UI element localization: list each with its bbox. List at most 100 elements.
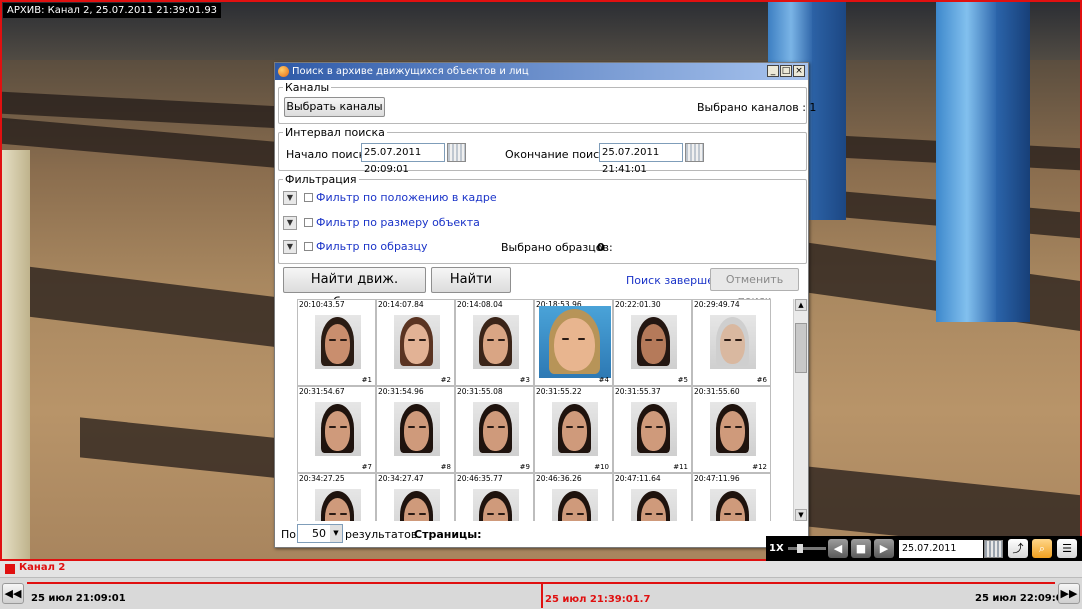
result-index: #7 [361, 463, 372, 471]
minimize-icon[interactable]: _ [767, 65, 779, 77]
result-index: #3 [519, 376, 530, 384]
result-thumbnail[interactable]: 20:34:27.47 [376, 473, 455, 521]
start-date-field[interactable]: 25.07.2011 20:09:01 [361, 143, 445, 175]
result-time: 20:14:08.04 [457, 300, 503, 309]
archive-label: АРХИВ: Канал 2, 25.07.2011 21:39:01.93 [3, 3, 222, 18]
search-icon[interactable]: ⌕ [1032, 539, 1052, 558]
list-icon[interactable]: ☰ [1057, 539, 1077, 558]
select-channels-button[interactable]: Выбрать каналы [284, 97, 385, 117]
samples-count: 0 [597, 241, 605, 254]
result-thumbnail[interactable]: 20:46:35.77 [455, 473, 534, 521]
results-grid: 20:10:43.57 #1 20:14:07.84 #2 20:14:08.04 #3 2… [297, 299, 792, 521]
prev-frame-icon[interactable]: ◀ [828, 539, 848, 558]
result-time: 20:31:55.08 [457, 387, 503, 396]
sample-filter-checkbox[interactable] [304, 242, 313, 251]
result-thumbnail[interactable]: 20:31:54.96 #8 [376, 386, 455, 473]
start-calendar-icon[interactable] [447, 143, 466, 162]
result-thumbnail[interactable]: 20:31:55.22 #10 [534, 386, 613, 473]
result-index: #5 [677, 376, 688, 384]
play-icon[interactable]: ▶ [874, 539, 894, 558]
result-thumbnail[interactable]: 20:47:11.64 [613, 473, 692, 521]
result-thumbnail[interactable]: 20:31:54.67 #7 [297, 386, 376, 473]
end-calendar-icon[interactable] [685, 143, 704, 162]
result-time: 20:10:43.57 [299, 300, 345, 309]
result-thumbnail[interactable]: 20:46:36.26 [534, 473, 613, 521]
maximize-icon[interactable]: □ [780, 65, 792, 77]
result-thumbnail[interactable]: 20:29:49.74 #6 [692, 299, 771, 386]
dialog-title: Поиск в архиве движущихся объектов и лиц [292, 66, 529, 77]
timeline-rewind-icon[interactable]: ◀◀ [2, 583, 24, 604]
result-time: 20:34:27.25 [299, 474, 345, 483]
result-time: 20:14:07.84 [378, 300, 424, 309]
scroll-up-icon[interactable]: ▲ [795, 299, 807, 311]
find-objects-button[interactable]: Найти движ. объекты [283, 267, 426, 311]
size-filter-checkbox[interactable] [304, 218, 313, 227]
face-image [393, 315, 440, 369]
face-image [709, 489, 756, 521]
result-thumbnail[interactable]: 20:31:55.08 #9 [455, 386, 534, 473]
player-controls: 1X ◀ ■ ▶ 25.07.2011 21:39:01 ⤴ ⌕ ☰ [766, 536, 1082, 572]
datetime-calendar-icon[interactable] [984, 540, 1003, 558]
size-filter-link[interactable]: Фильтр по размеру объекта [316, 216, 480, 229]
result-thumbnail[interactable]: 20:14:07.84 #2 [376, 299, 455, 386]
dropdown-arrow-icon: ▼ [330, 525, 342, 542]
video-pillar [996, 0, 1030, 322]
expand-position-filter-icon[interactable]: ▼ [283, 191, 297, 205]
timeline-cursor[interactable] [541, 582, 543, 608]
result-thumbnail[interactable]: 20:31:55.37 #11 [613, 386, 692, 473]
export-icon[interactable]: ⤴ [1008, 539, 1028, 558]
dialog-titlebar[interactable]: Поиск в архиве движущихся объектов и лиц… [275, 63, 808, 80]
results-scrollbar[interactable]: ▲ ▼ [793, 299, 808, 521]
result-time: 20:31:55.37 [615, 387, 661, 396]
interval-legend: Интервал поиска [285, 126, 385, 139]
result-thumbnail[interactable]: 20:47:11.96 [692, 473, 771, 521]
face-image [314, 489, 361, 521]
result-index: #1 [361, 376, 372, 384]
face-image [472, 489, 519, 521]
channel-label[interactable]: Канал 2 [19, 562, 65, 573]
end-date-field[interactable]: 25.07.2011 21:41:01 [599, 143, 683, 175]
face-image [393, 402, 440, 456]
position-filter-link[interactable]: Фильтр по положению в кадре [316, 191, 497, 204]
scroll-down-icon[interactable]: ▼ [795, 509, 807, 521]
per-page-label: По [281, 528, 297, 541]
search-dialog: Поиск в архиве движущихся объектов и лиц… [274, 62, 816, 548]
result-thumbnail[interactable]: 20:18:53.96 #4 [534, 299, 613, 386]
sample-filter-link[interactable]: Фильтр по образцу [316, 240, 428, 253]
stop-icon[interactable]: ■ [851, 539, 871, 558]
result-thumbnail[interactable]: 20:10:43.57 #1 [297, 299, 376, 386]
result-index: #8 [440, 463, 451, 471]
face-image [630, 402, 677, 456]
result-thumbnail[interactable]: 20:34:27.25 [297, 473, 376, 521]
result-time: 20:22:01.30 [615, 300, 661, 309]
face-image [551, 489, 598, 521]
per-page-value: 50 [312, 527, 326, 540]
pages-label: Страницы: [414, 528, 482, 541]
face-image [538, 306, 611, 378]
expand-sample-filter-icon[interactable]: ▼ [283, 240, 297, 254]
speed-slider-handle[interactable] [797, 544, 803, 553]
result-thumbnail[interactable]: 20:22:01.30 #5 [613, 299, 692, 386]
cancel-search-button[interactable]: Отменить поиск [710, 268, 799, 307]
result-thumbnail[interactable]: 20:14:08.04 #3 [455, 299, 534, 386]
face-image [630, 315, 677, 369]
scroll-thumb[interactable] [795, 323, 807, 373]
face-image [709, 402, 756, 456]
timeline-forward-icon[interactable]: ▶▶ [1058, 583, 1080, 604]
timeline-start: 25 июл 21:09:01 [31, 593, 126, 604]
app-icon [278, 66, 289, 77]
filter-legend: Фильтрация [285, 173, 357, 186]
result-thumbnail[interactable]: 20:31:55.60 #12 [692, 386, 771, 473]
expand-size-filter-icon[interactable]: ▼ [283, 216, 297, 230]
timeline[interactable]: ◀◀ 25 июл 21:09:01 25 июл 21:39:01.7 25 … [0, 577, 1082, 609]
result-time: 20:31:55.60 [694, 387, 740, 396]
speed-slider[interactable] [788, 544, 826, 553]
result-time: 20:34:27.47 [378, 474, 424, 483]
position-filter-checkbox[interactable] [304, 193, 313, 202]
per-page-select[interactable]: 50 ▼ [297, 524, 343, 543]
result-time: 20:31:55.22 [536, 387, 582, 396]
datetime-field[interactable]: 25.07.2011 21:39:01 [899, 540, 983, 572]
result-index: #9 [519, 463, 530, 471]
find-faces-button[interactable]: Найти лица [431, 267, 511, 311]
close-icon[interactable]: × [793, 65, 805, 77]
